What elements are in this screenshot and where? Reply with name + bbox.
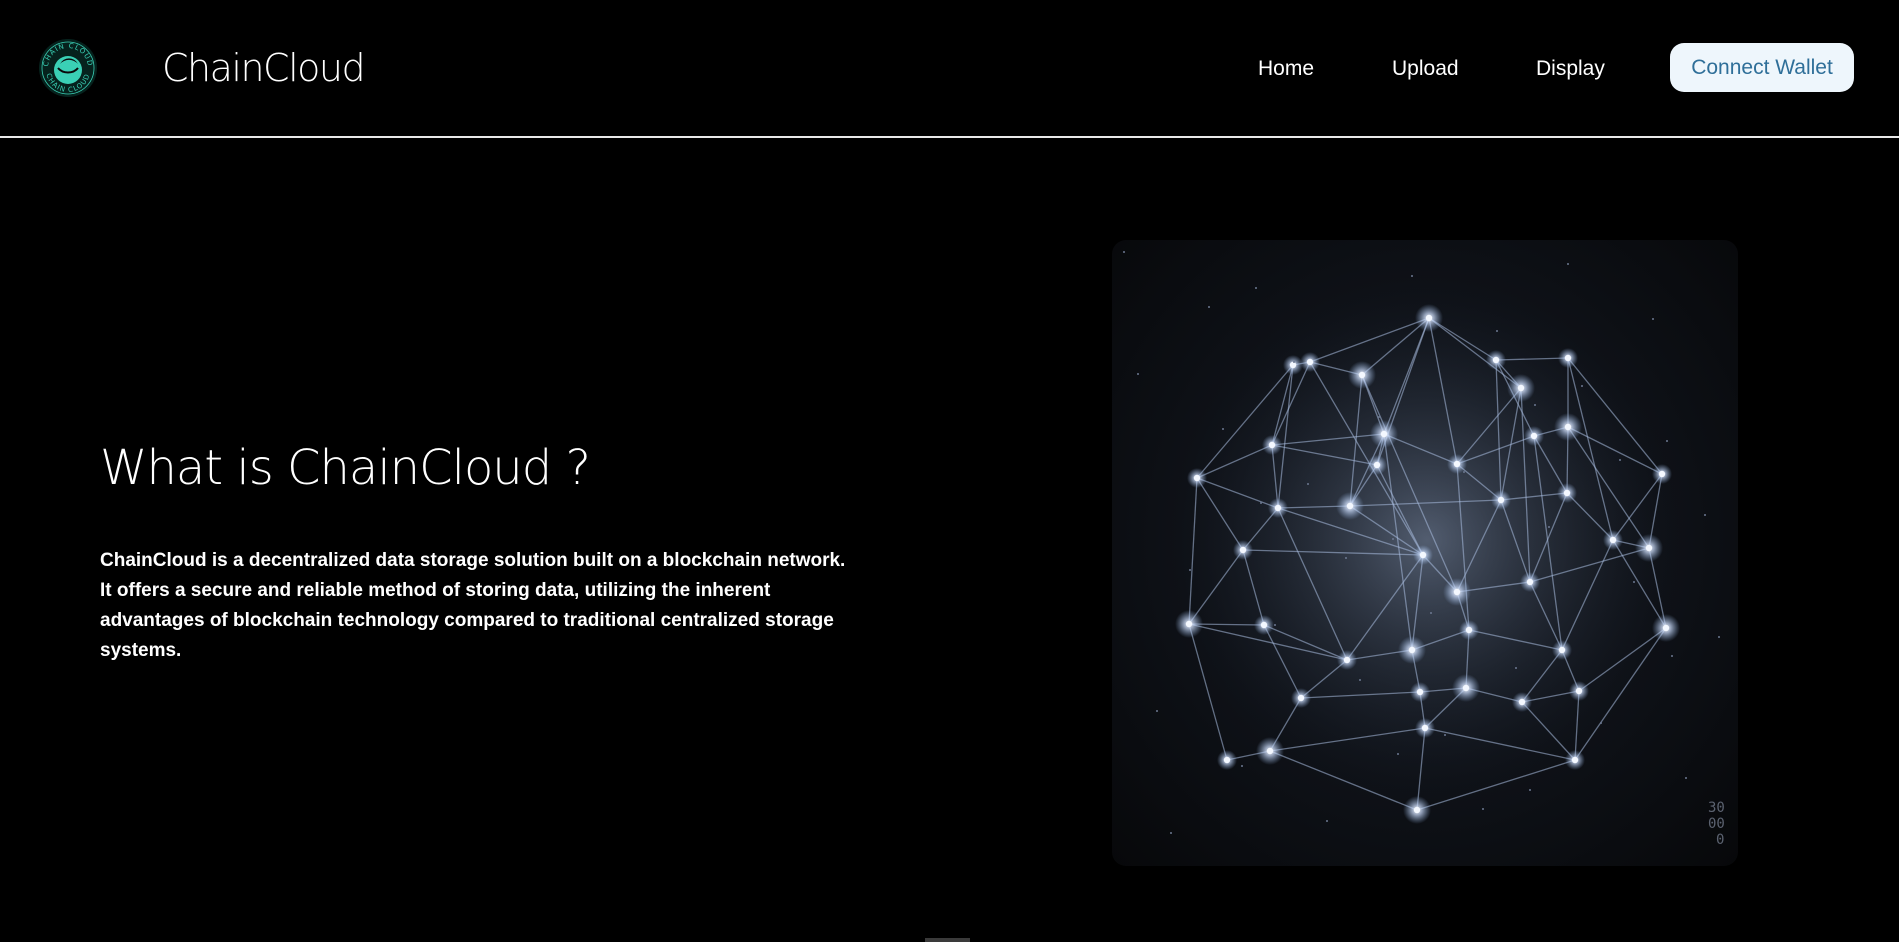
- star-speck: [1397, 753, 1399, 755]
- star-speck: [1581, 385, 1583, 387]
- star-speck: [1307, 483, 1309, 485]
- star-speck: [1255, 287, 1257, 289]
- network-node: [1358, 371, 1366, 379]
- star-speck: [1685, 777, 1687, 779]
- network-node: [1185, 620, 1193, 628]
- network-node: [1421, 724, 1429, 732]
- network-node: [1645, 544, 1653, 552]
- page: CHAIN CLOUD CHAIN CLOUD ChainCloud Home …: [0, 0, 1899, 942]
- star-speck: [1123, 251, 1125, 253]
- network-node: [1526, 578, 1534, 586]
- network-node: [1346, 502, 1354, 510]
- network-node: [1492, 356, 1500, 364]
- star-speck: [1496, 330, 1498, 332]
- network-node: [1564, 354, 1572, 362]
- star-speck: [1567, 263, 1569, 265]
- star-speck: [1444, 734, 1446, 736]
- star-speck: [1430, 612, 1432, 614]
- network-node: [1662, 624, 1670, 632]
- network-node: [1571, 756, 1579, 764]
- scroll-indicator[interactable]: [925, 938, 970, 942]
- network-node: [1575, 687, 1583, 695]
- star-speck: [1137, 373, 1139, 375]
- star-speck: [1534, 404, 1536, 406]
- star-speck: [1170, 832, 1172, 834]
- network-node: [1497, 496, 1505, 504]
- star-speck: [1345, 557, 1347, 559]
- network-node: [1564, 423, 1572, 431]
- star-speck: [1548, 526, 1550, 528]
- network-node: [1425, 314, 1433, 322]
- star-speck: [1274, 624, 1276, 626]
- corner-mark: 30 00 0: [1708, 800, 1725, 848]
- network-node: [1658, 470, 1666, 478]
- star-speck: [1619, 459, 1621, 461]
- network-node: [1306, 358, 1314, 366]
- star-speck: [1222, 428, 1224, 430]
- star-speck: [1666, 440, 1668, 442]
- star-speck: [1189, 569, 1191, 571]
- network-node: [1408, 646, 1416, 654]
- star-speck: [1359, 679, 1361, 681]
- network-node: [1558, 646, 1566, 654]
- nav-home-link[interactable]: Home: [1258, 56, 1314, 82]
- star-speck: [1156, 710, 1158, 712]
- star-speck: [1378, 416, 1380, 418]
- network-node: [1343, 656, 1351, 664]
- star-speck: [1326, 820, 1328, 822]
- network-node: [1413, 806, 1421, 814]
- star-speck: [1633, 581, 1635, 583]
- network-node: [1453, 460, 1461, 468]
- star-speck: [1392, 538, 1394, 540]
- network-node: [1563, 489, 1571, 497]
- network-node: [1380, 430, 1388, 438]
- star-speck: [1529, 789, 1531, 791]
- network-node: [1530, 432, 1538, 440]
- corner-mark-line-3: 0: [1716, 832, 1724, 848]
- star-speck: [1293, 361, 1295, 363]
- logo-icon[interactable]: CHAIN CLOUD CHAIN CLOUD: [38, 38, 98, 98]
- network-node: [1239, 546, 1247, 554]
- star-speck: [1208, 306, 1210, 308]
- nav-display-link[interactable]: Display: [1536, 56, 1605, 82]
- network-node: [1274, 504, 1282, 512]
- network-node: [1453, 588, 1461, 596]
- network-node: [1268, 441, 1276, 449]
- star-speck: [1515, 667, 1517, 669]
- corner-mark-line-2: 00: [1708, 816, 1725, 832]
- network-node: [1223, 756, 1231, 764]
- connect-wallet-button[interactable]: Connect Wallet: [1670, 43, 1854, 92]
- network-node: [1260, 621, 1268, 629]
- nav-upload-link[interactable]: Upload: [1392, 56, 1459, 82]
- star-speck: [1718, 636, 1720, 638]
- star-speck: [1600, 722, 1602, 724]
- network-node: [1297, 694, 1305, 702]
- network-node: [1266, 747, 1274, 755]
- network-node: [1373, 461, 1381, 469]
- star-speck: [1652, 318, 1654, 320]
- network-node: [1518, 698, 1526, 706]
- network-node: [1609, 536, 1617, 544]
- network-node: [1289, 361, 1297, 369]
- star-speck: [1411, 275, 1413, 277]
- network-node: [1419, 551, 1427, 559]
- navbar: CHAIN CLOUD CHAIN CLOUD ChainCloud Home …: [0, 0, 1899, 138]
- network-node: [1416, 688, 1424, 696]
- network-node: [1517, 384, 1525, 392]
- brand-name[interactable]: ChainCloud: [162, 46, 366, 90]
- network-node: [1193, 474, 1201, 482]
- hero-title: What is ChainCloud ?: [100, 440, 591, 496]
- star-speck: [1260, 502, 1262, 504]
- network-illustration: 30 00 0: [1112, 240, 1738, 866]
- corner-mark-line-1: 30: [1708, 800, 1725, 816]
- hero-description: ChainCloud is a decentralized data stora…: [100, 550, 846, 661]
- star-speck: [1704, 514, 1706, 516]
- star-speck: [1463, 471, 1465, 473]
- star-speck: [1241, 765, 1243, 767]
- star-speck: [1671, 655, 1673, 657]
- star-speck: [1482, 808, 1484, 810]
- network-node: [1462, 684, 1470, 692]
- network-node: [1465, 626, 1473, 634]
